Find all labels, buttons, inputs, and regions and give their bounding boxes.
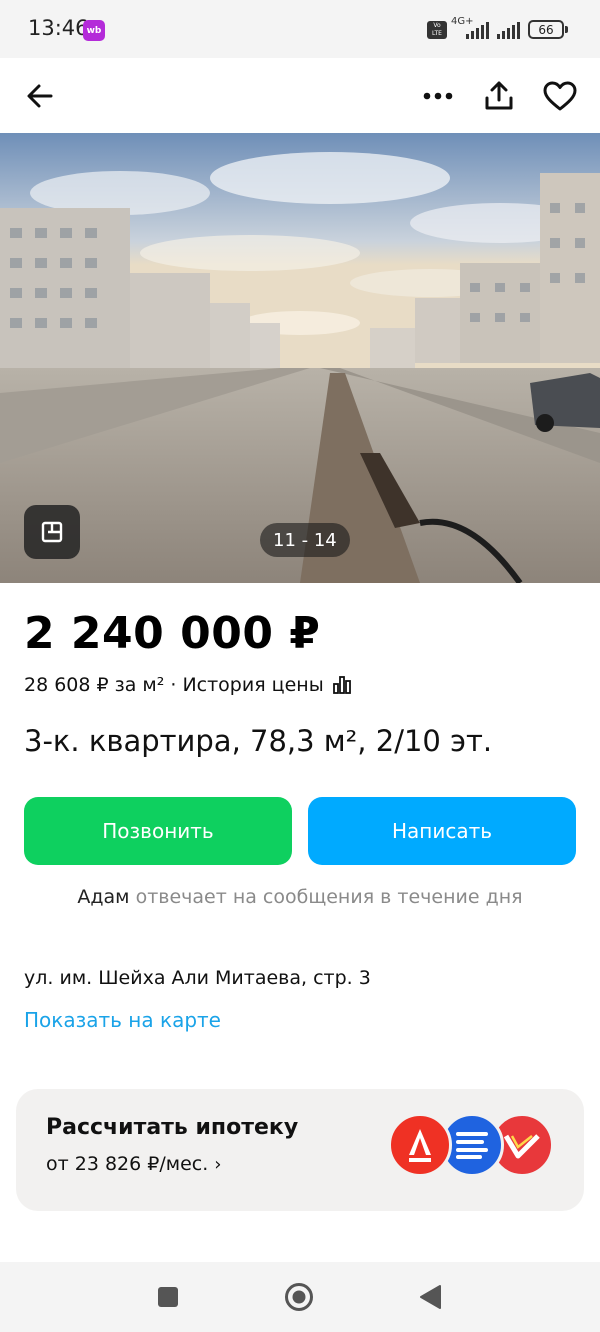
mortgage-from-amount: от 23 826 ₽/мес.: [46, 1153, 209, 1175]
status-time: 13:46: [28, 16, 89, 40]
photo-gallery[interactable]: 11 - 14: [0, 133, 600, 583]
share-icon: [485, 81, 513, 110]
mortgage-title: Рассчитать ипотеку: [46, 1115, 299, 1140]
listing-photo: [0, 133, 600, 583]
top-toolbar: [0, 58, 600, 133]
show-on-map-link[interactable]: Показать на карте: [24, 1008, 221, 1032]
status-bar: 13:46 wb Vo LTE 4G+ 66: [0, 0, 600, 58]
more-button[interactable]: [416, 74, 460, 118]
price-history-label: История цены: [182, 674, 324, 696]
heart-icon: [543, 81, 577, 111]
response-time-text: отвечает на сообщения в течение дня: [135, 886, 523, 908]
signal-icon: [466, 22, 489, 39]
circle-home-icon: [285, 1283, 313, 1311]
square-icon: [158, 1287, 178, 1307]
battery-tip: [565, 26, 568, 33]
signal-icon-2: [497, 22, 520, 39]
seller-response-info: Адам отвечает на сообщения в течение дня: [0, 886, 600, 908]
seller-name[interactable]: Адам: [77, 886, 129, 908]
volte-icon: Vo LTE: [427, 21, 447, 39]
system-back-button[interactable]: [415, 1282, 445, 1312]
listing-title: 3-к. квартира, 78,3 м², 2/10 эт.: [24, 724, 493, 758]
address: ул. им. Шейха Али Митаева, стр. 3: [24, 967, 371, 989]
price: 2 240 000 ₽: [24, 608, 321, 659]
mortgage-payment: от 23 826 ₽/мес. ›: [46, 1153, 221, 1175]
call-button[interactable]: Позвонить: [24, 797, 292, 865]
price-details: 28 608 ₽ за м² · История цены: [24, 674, 352, 696]
share-button[interactable]: [477, 74, 521, 118]
recents-button[interactable]: [153, 1282, 183, 1312]
arrow-left-icon: [27, 84, 53, 108]
triangle-back-icon: [420, 1285, 441, 1309]
mortgage-card[interactable]: Рассчитать ипотеку от 23 826 ₽/мес. ›: [16, 1089, 584, 1211]
back-button[interactable]: [18, 74, 62, 118]
photo-counter: 11 - 14: [260, 523, 350, 557]
system-navigation-bar: [0, 1262, 600, 1332]
home-button[interactable]: [284, 1282, 314, 1312]
floor-plan-icon: [41, 521, 63, 543]
chevron-right-icon: ›: [214, 1153, 222, 1175]
price-per-m2: 28 608 ₽ за м²: [24, 674, 165, 696]
price-history-link[interactable]: История цены: [182, 674, 351, 696]
favorite-button[interactable]: [538, 74, 582, 118]
wildberries-notification-icon: wb: [83, 20, 105, 41]
more-dots-icon: [423, 92, 453, 100]
bar-chart-icon: [332, 676, 351, 694]
battery-icon: 66: [528, 20, 564, 39]
write-button[interactable]: Написать: [308, 797, 576, 865]
alfa-bank-logo: [388, 1113, 452, 1177]
sber-stripes-icon: [456, 1132, 488, 1159]
alfa-a-icon: [409, 1129, 431, 1162]
bank-check-icon: [503, 1134, 540, 1159]
floor-plan-button[interactable]: [24, 505, 80, 559]
separator: ·: [170, 674, 177, 696]
